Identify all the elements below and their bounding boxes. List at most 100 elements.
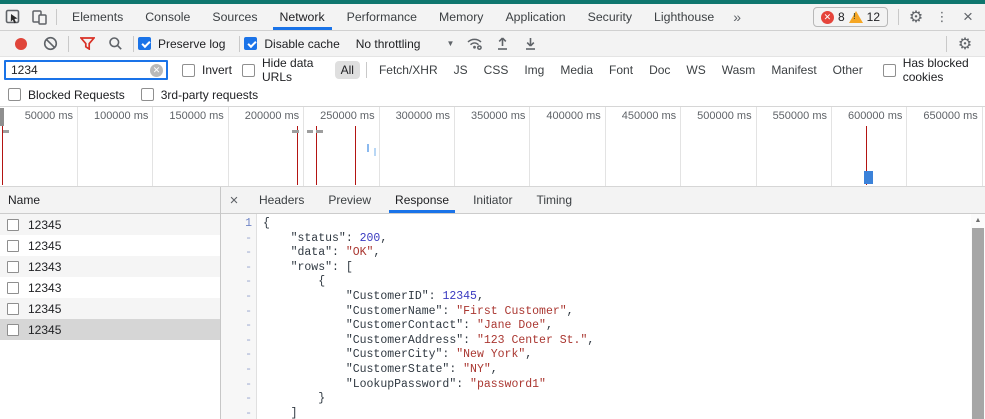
line-number: - [221, 290, 252, 305]
filter-type-doc[interactable]: Doc [643, 61, 676, 79]
timeline-tick-label: 300000 ms [374, 110, 450, 122]
filter-type-font[interactable]: Font [603, 61, 639, 79]
request-row[interactable]: 12345 [0, 298, 220, 319]
details-tab-headers[interactable]: Headers [247, 187, 316, 213]
line-number: 1 [221, 217, 252, 232]
gear-icon[interactable]: ⚙ [903, 5, 929, 29]
blocked-requests-label: Blocked Requests [28, 88, 125, 102]
details-tab-initiator[interactable]: Initiator [461, 187, 524, 213]
filter-type-other[interactable]: Other [827, 61, 869, 79]
request-name: 12343 [28, 260, 61, 274]
divider [898, 9, 899, 25]
line-number: - [221, 363, 252, 378]
timeline-tick-label: 600000 ms [826, 110, 902, 122]
tab-lighthouse[interactable]: Lighthouse [643, 4, 725, 30]
vertical-scrollbar[interactable]: ▲ [971, 214, 985, 419]
search-icon[interactable] [103, 33, 127, 55]
inspect-icon[interactable] [0, 5, 26, 29]
clear-filter-icon[interactable]: ✕ [150, 64, 163, 77]
code-text: "rows": [ [263, 261, 353, 276]
device-toolbar-icon[interactable] [26, 5, 52, 29]
tabbar-right-cluster: ✕ 8 12 ⚙ ⋮ × [813, 5, 985, 29]
activity-mark [316, 130, 323, 133]
tab-elements[interactable]: Elements [61, 4, 134, 30]
third-party-requests-checkbox[interactable] [141, 88, 154, 101]
issues-badge[interactable]: ✕ 8 12 [813, 7, 888, 27]
blocked-requests-checkbox[interactable] [8, 88, 21, 101]
load-event-line [2, 126, 3, 185]
filter-bar: ✕ Invert Hide data URLs AllFetch/XHRJSCS… [0, 57, 985, 83]
throttling-select[interactable]: No throttling ▼ [356, 37, 455, 51]
load-event-line [316, 126, 317, 185]
divider [366, 62, 367, 78]
invert-label: Invert [202, 63, 232, 77]
code-text: } [263, 392, 325, 407]
record-icon[interactable] [15, 38, 27, 50]
export-har-icon[interactable] [518, 33, 542, 55]
code-line: - "CustomerName": "First Customer", [221, 305, 971, 320]
close-icon[interactable]: × [955, 5, 981, 29]
devtools-tabbar: ElementsConsoleSourcesNetworkPerformance… [0, 4, 985, 31]
tab-security[interactable]: Security [577, 4, 643, 30]
filter-type-media[interactable]: Media [554, 61, 599, 79]
invert-checkbox[interactable] [182, 64, 195, 77]
name-column-header[interactable]: Name [0, 187, 220, 214]
more-tabs-icon[interactable]: » [725, 9, 749, 25]
load-event-line [355, 126, 356, 185]
filter-type-img[interactable]: Img [518, 61, 550, 79]
tab-network[interactable]: Network [269, 4, 336, 30]
hide-data-urls-checkbox[interactable] [242, 64, 255, 77]
filter-type-all[interactable]: All [335, 61, 360, 79]
import-har-icon[interactable] [490, 33, 514, 55]
code-text: { [263, 217, 270, 232]
preserve-log-checkbox[interactable] [138, 37, 151, 50]
line-number: - [221, 275, 252, 290]
response-code: 1{- "status": 200,- "data": "OK",- "rows… [221, 217, 971, 419]
request-row[interactable]: 12343 [0, 256, 220, 277]
kebab-menu-icon[interactable]: ⋮ [929, 5, 955, 29]
scrollbar-thumb[interactable] [972, 228, 984, 419]
tab-memory[interactable]: Memory [428, 4, 494, 30]
details-tab-preview[interactable]: Preview [316, 187, 383, 213]
file-icon [7, 261, 19, 273]
has-blocked-cookies-label: Has blocked cookies [903, 56, 971, 84]
code-line: - "LookupPassword": "password1" [221, 378, 971, 393]
disable-cache-checkbox[interactable] [244, 37, 257, 50]
request-name: 12345 [28, 239, 61, 253]
filter-input[interactable] [6, 63, 144, 77]
filter-type-js[interactable]: JS [448, 61, 474, 79]
scroll-up-icon[interactable]: ▲ [971, 214, 985, 227]
clear-icon[interactable] [38, 33, 62, 55]
request-list: 123451234512343123431234512345 [0, 214, 220, 340]
code-line: - } [221, 392, 971, 407]
tab-console[interactable]: Console [134, 4, 201, 30]
timeline-tick-label: 400000 ms [525, 110, 601, 122]
timeline-tick-label: 650000 ms [902, 110, 978, 122]
divider [68, 36, 69, 52]
tab-sources[interactable]: Sources [201, 4, 268, 30]
network-conditions-icon[interactable] [462, 33, 486, 55]
request-name: 12345 [28, 323, 61, 337]
filter-type-ws[interactable]: WS [680, 61, 711, 79]
throttling-value: No throttling [356, 37, 421, 51]
filter-type-fetch-xhr[interactable]: Fetch/XHR [373, 61, 444, 79]
tab-performance[interactable]: Performance [336, 4, 428, 30]
tab-application[interactable]: Application [494, 4, 576, 30]
close-details-icon[interactable]: × [221, 192, 247, 209]
request-row[interactable]: 12343 [0, 277, 220, 298]
gear-icon[interactable]: ⚙ [953, 33, 977, 55]
filter-funnel-icon[interactable] [75, 33, 99, 55]
network-overview-timeline[interactable]: 50000 ms100000 ms150000 ms200000 ms25000… [0, 107, 985, 187]
file-icon [7, 240, 19, 252]
details-tab-timing[interactable]: Timing [524, 187, 584, 213]
filter-type-manifest[interactable]: Manifest [765, 61, 822, 79]
request-row[interactable]: 12345 [0, 319, 220, 340]
filter-type-wasm[interactable]: Wasm [716, 61, 762, 79]
code-line: 1{ [221, 217, 971, 232]
activity-mark [864, 171, 873, 184]
filter-type-css[interactable]: CSS [478, 61, 515, 79]
has-blocked-cookies-checkbox[interactable] [883, 64, 896, 77]
request-row[interactable]: 12345 [0, 214, 220, 235]
details-tab-response[interactable]: Response [383, 187, 461, 213]
request-row[interactable]: 12345 [0, 235, 220, 256]
